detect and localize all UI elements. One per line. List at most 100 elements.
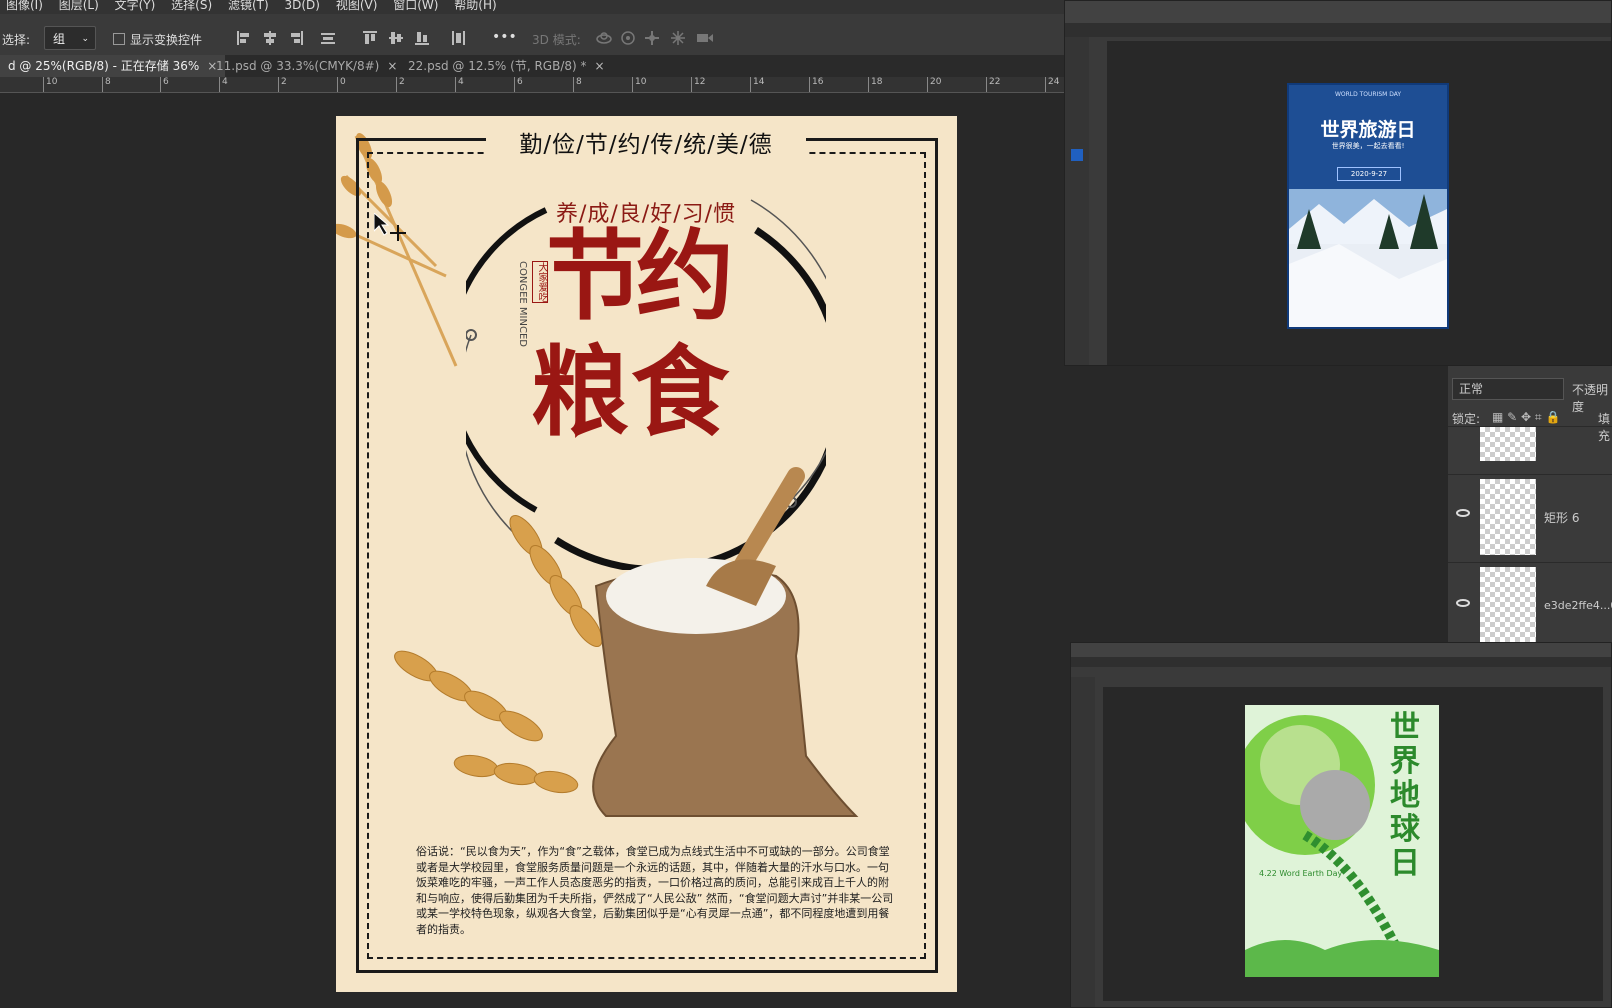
tab-label: 22.psd @ 12.5% (节, RGB/8) * xyxy=(408,59,587,73)
ruler-tick: 0 xyxy=(337,77,346,92)
earth-day-poster[interactable]: 世界地球日 4.22 Word Earth Day xyxy=(1245,705,1439,977)
ruler-tick: 18 xyxy=(868,77,882,92)
layer-row[interactable] xyxy=(1448,426,1612,467)
foreground-color-swatch[interactable] xyxy=(1071,149,1083,161)
ruler-tick: 24 xyxy=(1045,77,1059,92)
layer-name: e3de2ffe4...0 xyxy=(1544,599,1612,612)
mini-options-bar xyxy=(1071,643,1611,657)
layers-panel: 正常 不透明度 锁定: ▦ ✎ ✥ ⌗ 🔒 填充 矩形 6 e3de2ffe4.… xyxy=(1448,366,1612,643)
move-cursor-icon xyxy=(374,213,406,241)
distribute-icon[interactable] xyxy=(450,30,466,46)
align-hcenter-icon[interactable] xyxy=(262,30,278,46)
floating-window-earth-day[interactable]: 世界地球日 4.22 Word Earth Day xyxy=(1070,642,1612,1008)
eye-icon[interactable] xyxy=(1456,509,1470,517)
show-transform-label: 显示变换控件 xyxy=(130,33,203,47)
tab-22-psd[interactable]: 22.psd @ 12.5% (节, RGB/8) * × xyxy=(400,55,613,77)
menu-view[interactable]: 视图(V) xyxy=(330,0,384,12)
tab-label: 11.psd @ 33.3%(CMYK/8#) xyxy=(216,59,380,73)
ruler-tick: 2 xyxy=(396,77,405,92)
3d-rotate-icon[interactable] xyxy=(596,30,612,46)
ruler-tick: 8 xyxy=(102,77,111,92)
red-seal: 大家爱吃 xyxy=(532,261,548,303)
close-icon[interactable]: × xyxy=(595,59,605,73)
align-bottom-icon[interactable] xyxy=(414,30,430,46)
select-label: 选择: xyxy=(2,33,31,47)
checkbox-icon xyxy=(113,33,125,45)
align-justify-icon[interactable] xyxy=(320,30,336,46)
earth-day-small: 4.22 Word Earth Day xyxy=(1259,869,1343,878)
floating-window-tourism[interactable]: WORLD TOURISM DAY 世界旅游日 世界很美，一起去看看! 2020… xyxy=(1064,0,1612,366)
ruler-tick: 4 xyxy=(219,77,228,92)
big-char-jie: 节 xyxy=(546,220,645,334)
3d-slide-icon[interactable] xyxy=(670,30,686,46)
big-char-yue: 约 xyxy=(636,220,735,334)
mini-options-bar xyxy=(1065,1,1611,23)
rice-sack-illustration xyxy=(394,467,859,817)
ruler-tick: 6 xyxy=(160,77,169,92)
snow-mountain-photo xyxy=(1289,189,1447,327)
layer-thumbnail xyxy=(1480,479,1536,555)
big-char-shi: 食 xyxy=(631,336,730,450)
align-right-icon[interactable] xyxy=(288,30,304,46)
ruler-tick: 10 xyxy=(632,77,646,92)
menu-layer[interactable]: 图层(L) xyxy=(53,0,105,12)
mini-tab-bar xyxy=(1065,23,1611,37)
lock-label: 锁定: xyxy=(1452,412,1481,426)
layer-row[interactable]: e3de2ffe4...0 xyxy=(1448,562,1612,647)
ruler-tick: 16 xyxy=(809,77,823,92)
ruler-tick: 2 xyxy=(278,77,287,92)
layer-thumbnail xyxy=(1480,427,1536,461)
poster-body-text: 俗话说：“民以食为天”，作为“食”之载体，食堂已成为点线式生活中不可或缺的一部分… xyxy=(416,845,894,936)
auto-select-dropdown[interactable]: 组 ⌄ xyxy=(44,26,96,50)
mini-tab-bar xyxy=(1071,657,1611,667)
ruler-tick: 14 xyxy=(750,77,764,92)
ruler-tick: 8 xyxy=(573,77,582,92)
tourism-poster-date: 2020-9-27 xyxy=(1337,167,1401,181)
blend-mode-dropdown[interactable]: 正常 xyxy=(1452,378,1564,400)
document-tabs: d @ 25%(RGB/8) - 正在存储 36% × 11.psd @ 33.3… xyxy=(0,55,1064,77)
menu-window[interactable]: 窗口(W) xyxy=(387,0,444,12)
horizontal-ruler[interactable]: 10 8 6 4 2 0 2 4 6 8 10 12 14 16 18 20 2… xyxy=(0,77,1064,93)
3d-scale-icon[interactable] xyxy=(696,30,713,46)
ruler-tick: 12 xyxy=(691,77,705,92)
menu-bar: 图像(I) 图层(L) 文字(Y) 选择(S) 滤镜(T) 3D(D) 视图(V… xyxy=(0,0,1064,14)
tourism-poster-title: 世界旅游日 xyxy=(1320,119,1416,141)
tab-current-doc[interactable]: d @ 25%(RGB/8) - 正在存储 36% × xyxy=(0,55,226,77)
tourism-poster-small: WORLD TOURISM DAY xyxy=(1334,91,1402,98)
3d-mode-label: 3D 模式: xyxy=(532,33,581,47)
tab-11-psd[interactable]: 11.psd @ 33.3%(CMYK/8#) × xyxy=(208,55,405,77)
menu-type[interactable]: 文字(Y) xyxy=(109,0,162,12)
align-vcenter-icon[interactable] xyxy=(388,30,404,46)
menu-help[interactable]: 帮助(H) xyxy=(448,0,502,12)
ruler-tick: 20 xyxy=(927,77,941,92)
3d-pan-icon[interactable] xyxy=(644,30,660,46)
lock-pixels-icon[interactable]: ▦ ✎ ✥ ⌗ 🔒 xyxy=(1492,410,1560,425)
poster-top-title: 勤/俭/节/约/传/统/美/德 xyxy=(486,130,806,160)
auto-select-value: 组 xyxy=(53,32,66,46)
layer-name: 矩形 6 xyxy=(1544,511,1580,525)
chevron-down-icon: ⌄ xyxy=(81,34,89,44)
big-char-liang: 粮 xyxy=(531,336,630,450)
mini-tools-panel xyxy=(1071,677,1095,1007)
align-top-icon[interactable] xyxy=(362,30,378,46)
blend-mode-value: 正常 xyxy=(1459,382,1484,396)
tourism-poster-sub: 世界很美，一起去看看! xyxy=(1331,142,1405,150)
close-icon[interactable]: × xyxy=(387,59,397,73)
menu-3d[interactable]: 3D(D) xyxy=(279,0,326,12)
layer-row[interactable]: 矩形 6 xyxy=(1448,474,1612,559)
tourism-poster[interactable]: WORLD TOURISM DAY 世界旅游日 世界很美，一起去看看! 2020… xyxy=(1287,83,1449,329)
menu-select[interactable]: 选择(S) xyxy=(165,0,218,12)
earth-day-title: 世界地球日 xyxy=(1390,710,1420,881)
ruler-tick: 10 xyxy=(43,77,57,92)
eye-icon[interactable] xyxy=(1456,599,1470,607)
more-options-button[interactable]: ••• xyxy=(492,29,517,45)
3d-roll-icon[interactable] xyxy=(620,30,636,46)
menu-image[interactable]: 图像(I) xyxy=(0,0,49,12)
show-transform-checkbox[interactable]: 显示变换控件 xyxy=(113,31,202,48)
poster-canvas[interactable]: 勤/俭/节/约/传/统/美/德 养/成/良/好/习/惯 节 约 粮 食 CONG… xyxy=(336,116,957,992)
ruler-tick: 6 xyxy=(514,77,523,92)
ruler-tick: 4 xyxy=(455,77,464,92)
align-left-icon[interactable] xyxy=(236,30,252,46)
menu-filter[interactable]: 滤镜(T) xyxy=(222,0,275,12)
ruler-tick: 22 xyxy=(986,77,1000,92)
